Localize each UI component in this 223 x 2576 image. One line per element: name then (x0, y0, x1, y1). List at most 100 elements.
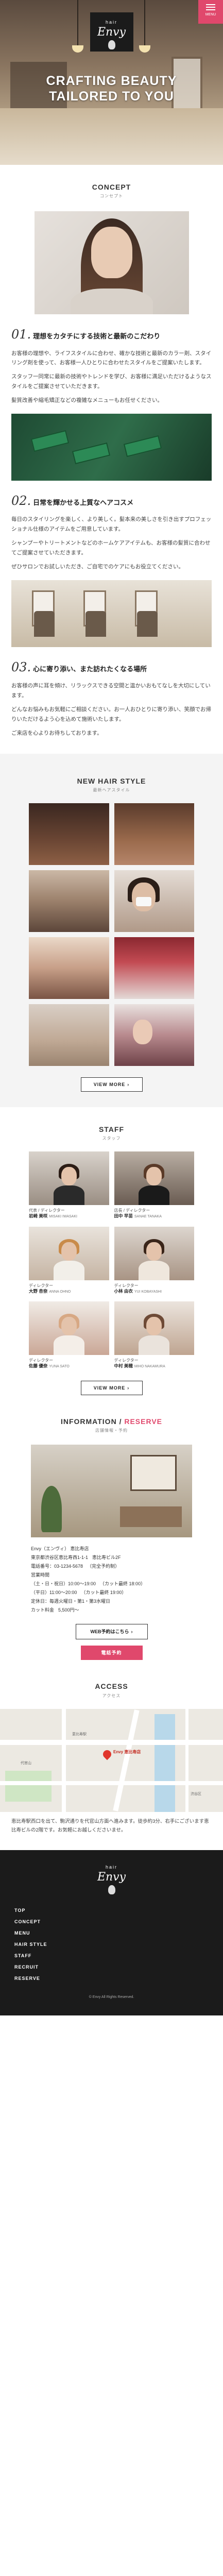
info-title-a: INFORMATION (60, 1417, 117, 1426)
staff-photo (114, 1301, 194, 1355)
info-key: カット料金 (31, 1607, 55, 1613)
style-photo[interactable] (29, 803, 109, 865)
staff-face (61, 1317, 77, 1336)
staff-card[interactable]: ディレクター 大野 杏奈 ANNA OHNO (29, 1226, 109, 1294)
staff-photo (29, 1151, 109, 1206)
copyright: © Envy All Rights Reserved. (89, 1995, 134, 1999)
style-title: NEW HAIR STYLE 最新ヘアスタイル (0, 775, 223, 794)
staff-name-jp: 岩崎 美咲 (29, 1213, 48, 1219)
staff-name-en: SANAE TANAKA (134, 1215, 162, 1219)
access-directions: 恵比寿駅西口を出て、駒沢通りを代官山方面へ進みます。徒歩約3分、右手にございます… (11, 1818, 209, 1833)
staff-name: 佐藤 優奈 YUNA SATO (29, 1363, 109, 1369)
staff-title: STAFF スタッフ (0, 1124, 223, 1142)
staff-photo (114, 1226, 194, 1280)
map-pin-icon[interactable] (101, 1748, 113, 1760)
staff-role: ディレクター (114, 1358, 139, 1363)
staff-grid: 代表 / ディレクター 岩崎 美咲 MISAKI IWASAKI 店長 / ディレ… (0, 1151, 223, 1369)
staff-view-more-button[interactable]: VIEW MORE › (80, 1380, 143, 1395)
section-title-en: INFORMATION / RESERVE (0, 1416, 223, 1427)
footer-nav-top[interactable]: TOP (14, 1905, 209, 1916)
point-body: ぜひサロンでお試しいただき、ご自宅でのケアにもお役立てください。 (11, 563, 184, 570)
point-body: 髪質改善や縮毛矯正などの複雑なメニューもお任せください。 (11, 397, 163, 404)
reception-desk (120, 1506, 182, 1527)
info-value: （カット最終 19:00） (81, 1590, 127, 1596)
map-park (5, 1770, 52, 1802)
staff-card[interactable]: ディレクター 中村 美穂 MIHO NAKAMURA (114, 1301, 194, 1369)
footer-nav-concept[interactable]: CONCEPT (14, 1916, 209, 1927)
map-road (113, 1709, 140, 1811)
style-photo[interactable] (114, 803, 194, 865)
footer-nav-recruit[interactable]: RECRUIT (14, 1961, 209, 1973)
staff-body (139, 1185, 170, 1206)
hero-copy-line1: CRAFTING BEAUTY (46, 74, 177, 88)
style-photo[interactable] (114, 937, 194, 999)
concept-point-3: 03. 心に寄り添い、また訪れたくなる場所 お客様の声に耳を傾け、リラックスできる… (0, 657, 223, 738)
concept-image (34, 211, 189, 315)
style-photo[interactable] (114, 1004, 194, 1066)
hero-floor (0, 108, 223, 165)
section-title-jp: アクセス (102, 1693, 121, 1698)
staff-card[interactable]: ディレクター 佐藤 優奈 YUNA SATO (29, 1301, 109, 1369)
style-grid (0, 803, 223, 1066)
plant (41, 1485, 62, 1532)
point-body: どんなお悩みもお気軽にご相談ください。お一人おひとりに寄り添い、笑顔でお帰りいた… (11, 706, 211, 722)
staff-name: 岩崎 美咲 MISAKI IWASAKI (29, 1213, 109, 1219)
button-label: VIEW MORE (93, 1081, 126, 1087)
staff-card[interactable]: 代表 / ディレクター 岩崎 美咲 MISAKI IWASAKI (29, 1151, 109, 1219)
footer-nav-staff[interactable]: STAFF (14, 1950, 209, 1961)
staff-name-jp: 大野 杏奈 (29, 1288, 48, 1294)
info-key: （平日）11:00～20:00 (31, 1590, 77, 1596)
web-reserve-button[interactable]: WEB予約はこちら › (75, 1624, 148, 1640)
logo-brand-text: Envy (97, 26, 126, 39)
style-photo[interactable] (29, 1004, 109, 1066)
access-title: ACCESS アクセス (0, 1681, 223, 1699)
footer-nav-hair-style[interactable]: HAIR STYLE (14, 1939, 209, 1950)
button-label: 電話予約 (101, 1650, 122, 1656)
pendant-light (144, 0, 145, 46)
point-body: 毎日のスタイリングを楽しく、より美しく。髪本来の美しさを引き出すプロフェッショナ… (11, 516, 212, 533)
site-logo[interactable]: hair Envy (90, 12, 133, 52)
staff-name-jp: 中村 美穂 (114, 1363, 133, 1369)
button-label: VIEW MORE (93, 1385, 126, 1391)
style-view-more-button[interactable]: VIEW MORE › (80, 1077, 143, 1092)
style-photo[interactable] (29, 870, 109, 932)
map-pin-label: Envy 恵比寿店 (113, 1749, 141, 1754)
info-row: 電話番号：03-1234-5678 （完全予約制） (31, 1562, 192, 1571)
style-photo[interactable] (29, 937, 109, 999)
footer-logo[interactable]: hair Envy (90, 1863, 133, 1895)
section-title-jp: 店舗情報・予約 (95, 1428, 128, 1433)
staff-name-jp: 小林 由衣 (114, 1288, 133, 1294)
footer-nav-menu[interactable]: MENU (14, 1927, 209, 1939)
staff-photo (29, 1226, 109, 1280)
staff-card[interactable]: ディレクター 小林 由衣 YUI KOBAYASHI (114, 1226, 195, 1294)
product-image (11, 414, 212, 481)
access-map[interactable]: 恵比寿駅 代官山 渋谷区 Envy 恵比寿店 (0, 1708, 223, 1812)
staff-face (146, 1317, 162, 1336)
staff-card[interactable]: 店長 / ディレクター 田中 早苗 SANAE TANAKA (114, 1151, 194, 1219)
info-row: （土・日・祝日）10:00～19:00 （カット最終 18:00） (31, 1580, 192, 1588)
staff-name: 小林 由衣 YUI KOBAYASHI (114, 1289, 195, 1294)
staff-person (139, 1314, 170, 1355)
staff-face (146, 1242, 162, 1261)
footer-nav-reserve[interactable]: RESERVE (14, 1973, 209, 1984)
staff-person (53, 1239, 84, 1280)
staff-role: ディレクター (29, 1358, 54, 1363)
button-label: WEB予約はこちら (90, 1629, 129, 1635)
section-title-en: ACCESS (95, 1682, 128, 1691)
staff-person (53, 1314, 84, 1355)
point-body: お客様の声に耳を傾け、リラックスできる空間と温かいおもてなしを大切にしています。 (11, 683, 211, 699)
menu-button[interactable]: MENU (198, 0, 223, 24)
tel-reserve-button[interactable]: 電話予約 (80, 1646, 143, 1660)
staff-body (53, 1185, 84, 1206)
style-photo[interactable] (114, 870, 194, 932)
point-number: 02. (11, 494, 31, 509)
concept-point-1: 01. 理想をカタチにする技術と最新のこだわり お客様の理想や、ライフスタイルに合… (0, 325, 223, 481)
staff-body (139, 1335, 170, 1355)
info-value: 恵比寿ビル2F (92, 1554, 121, 1560)
info-value: （完全予約制） (87, 1563, 120, 1569)
section-title-jp: コンセプト (100, 194, 123, 199)
staff-name-jp: 田中 早苗 (114, 1213, 133, 1219)
staff-name-en: YUNA SATO (49, 1365, 70, 1369)
staff-body (53, 1335, 84, 1355)
info-value: 5,500円～ (58, 1607, 79, 1613)
